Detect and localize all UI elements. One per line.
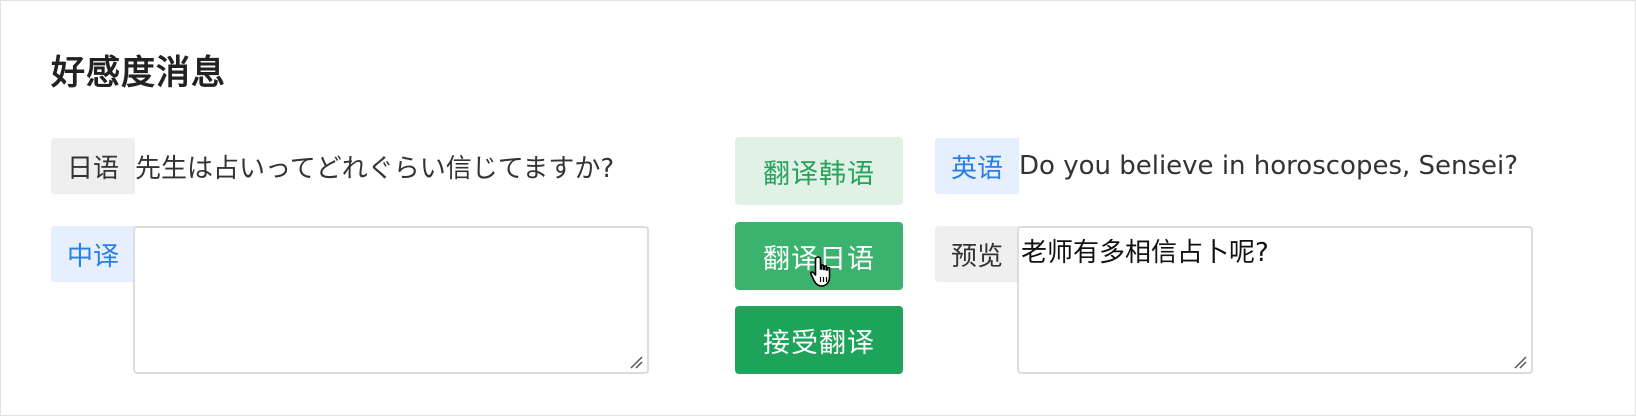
accept-translation-button[interactable]: 接受翻译	[735, 306, 903, 374]
section-title: 好感度消息	[51, 53, 226, 93]
english-source-text: Do you believe in horoscopes, Sensei?	[1019, 151, 1519, 181]
hand-pointer-cursor-icon	[810, 256, 831, 287]
translate-korean-button[interactable]: 翻译韩语	[735, 137, 903, 205]
chinese-translation-tag: 中译	[51, 226, 135, 282]
japanese-source-text: 先生は占いってどれぐらい信じてますか?	[135, 153, 615, 184]
preview-input[interactable]: 老师有多相信占卜呢?	[1017, 226, 1533, 374]
favorability-message-card: 好感度消息 日语 先生は占いってどれぐらい信じてますか? 中译 翻译韩语 翻译日…	[0, 0, 1636, 416]
resize-handle-icon[interactable]	[629, 355, 643, 369]
chinese-translation-input[interactable]	[133, 226, 649, 374]
japanese-tag: 日语	[51, 138, 135, 194]
english-tag: 英语	[935, 138, 1019, 194]
resize-handle-icon[interactable]	[1513, 355, 1527, 369]
preview-tag: 预览	[935, 226, 1019, 282]
